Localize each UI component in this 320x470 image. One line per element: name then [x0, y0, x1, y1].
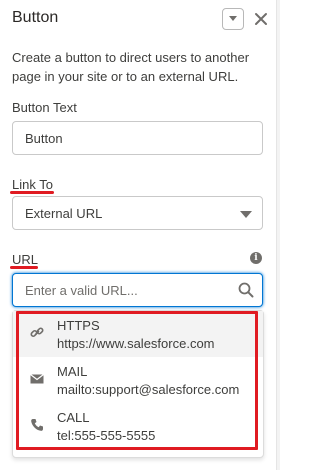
panel-header: Button — [12, 8, 268, 32]
link-to-select[interactable]: External URL — [12, 196, 263, 230]
search-icon — [238, 282, 254, 298]
close-icon[interactable] — [254, 12, 268, 26]
caret-down-icon — [240, 211, 252, 218]
button-text-input[interactable]: Button — [12, 121, 263, 155]
link-icon — [30, 327, 44, 338]
button-text-label: Button Text — [12, 100, 77, 115]
panel-title: Button — [12, 9, 59, 26]
option-call[interactable]: CALL tel:555-555-5555 — [13, 403, 263, 449]
panel-menu-button[interactable] — [222, 8, 244, 30]
panel-description: Create a button to direct users to anoth… — [12, 50, 250, 84]
url-label: URL — [12, 252, 39, 267]
panel-scroll-edge — [276, 0, 280, 470]
button-properties-panel: Button Create a button to direct users t… — [0, 0, 280, 470]
info-icon[interactable]: i — [250, 252, 262, 264]
option-mail[interactable]: MAIL mailto:support@salesforce.com — [13, 357, 263, 403]
option-title: CALL — [57, 410, 90, 425]
chevron-down-icon — [229, 16, 237, 21]
option-https[interactable]: HTTPS https://www.salesforce.com — [13, 311, 263, 357]
option-subtitle: mailto:support@salesforce.com — [57, 382, 240, 397]
link-to-selected-value: External URL — [25, 206, 103, 221]
link-to-label: Link To — [12, 177, 53, 192]
phone-icon — [31, 419, 43, 431]
mail-icon — [30, 374, 44, 384]
option-subtitle: tel:555-555-5555 — [57, 428, 156, 443]
option-title: HTTPS — [57, 318, 100, 333]
url-highlight-underline — [10, 266, 38, 269]
option-title: MAIL — [57, 364, 88, 379]
url-input[interactable]: Enter a valid URL... — [12, 273, 263, 307]
option-subtitle: https://www.salesforce.com — [57, 336, 215, 351]
url-input-placeholder: Enter a valid URL... — [25, 283, 138, 298]
link-to-highlight-underline — [10, 191, 54, 194]
